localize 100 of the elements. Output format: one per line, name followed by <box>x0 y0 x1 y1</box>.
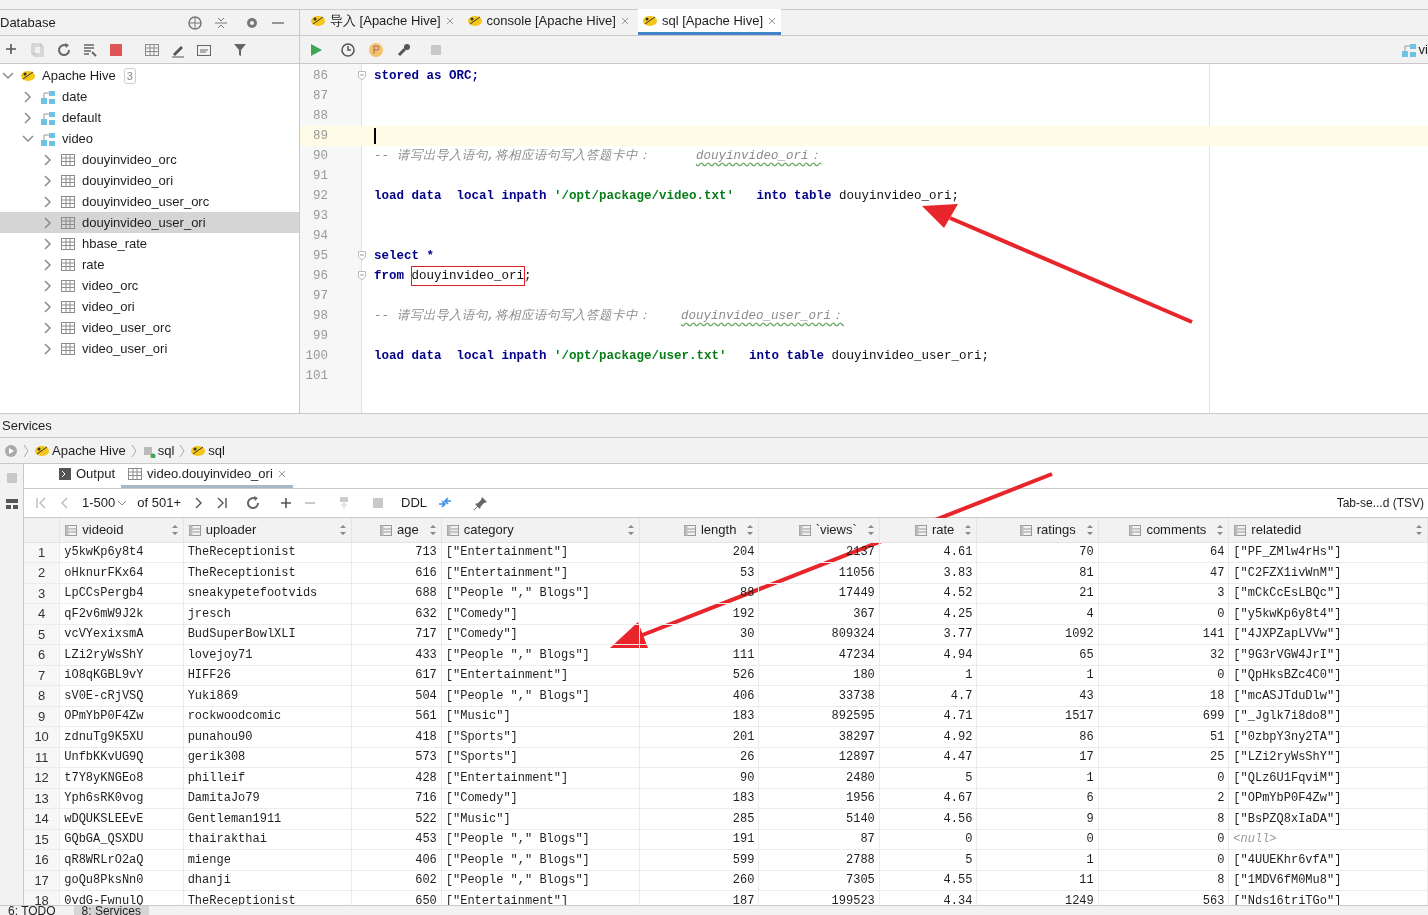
column-header[interactable]: relatedid <box>1228 518 1428 542</box>
highlighted-identifier: douyinvideo_ori <box>411 266 525 286</box>
table-cell: ["4UUEKhr6vfA"] <box>1228 849 1428 870</box>
tool-window-button[interactable]: 6: TODO <box>0 906 64 915</box>
sort-icon[interactable] <box>170 523 179 536</box>
tree-item[interactable]: Apache Hive 3 <box>0 65 299 86</box>
history-icon[interactable] <box>340 41 356 58</box>
fold-icon[interactable] <box>357 250 367 262</box>
table-cell: <null> <box>1228 829 1428 850</box>
table-cell: oHknurFKx64 <box>59 562 184 583</box>
fold-icon[interactable] <box>357 270 367 282</box>
column-header[interactable]: uploader <box>183 518 352 542</box>
expand-icon[interactable] <box>4 443 18 458</box>
table-cell: 892595 <box>758 706 880 727</box>
wrench-icon[interactable] <box>396 41 412 58</box>
line-number: 93 <box>312 207 328 225</box>
breadcrumb-item[interactable]: sql <box>141 440 175 461</box>
sort-icon[interactable] <box>964 523 973 536</box>
pin-icon[interactable] <box>473 495 489 511</box>
column-icon <box>682 522 697 537</box>
separator-icon <box>178 443 187 458</box>
column-icon <box>379 522 394 537</box>
column-header[interactable]: comments <box>1098 518 1229 542</box>
sort-icon[interactable] <box>746 523 755 536</box>
row-number: 15 <box>24 829 60 850</box>
tree-item[interactable]: default <box>0 107 299 128</box>
p-badge-icon[interactable] <box>368 41 384 58</box>
editor-tab[interactable]: 导入 [Apache Hive] <box>306 9 459 35</box>
target-icon[interactable] <box>187 14 203 31</box>
tree-item[interactable]: video <box>0 128 299 149</box>
table-cell: 183 <box>639 706 759 727</box>
last-page-icon[interactable] <box>215 496 229 510</box>
tree-item[interactable]: date <box>0 86 299 107</box>
sort-icon[interactable] <box>339 523 348 536</box>
table-cell: 632 <box>351 603 442 624</box>
tree-item[interactable]: douyinvideo_ori <box>0 170 299 191</box>
close-icon[interactable] <box>444 15 455 26</box>
tree-item[interactable]: douyinvideo_user_orc <box>0 191 299 212</box>
tool-window-button[interactable]: 8: Services <box>73 906 149 915</box>
row-number: 2 <box>24 562 60 583</box>
table-cell: 1 <box>976 665 1099 686</box>
table-icon <box>60 256 76 273</box>
column-header[interactable]: length <box>639 518 759 542</box>
editor-tab[interactable]: console [Apache Hive] <box>462 9 634 35</box>
breadcrumb-item[interactable]: sql <box>190 440 225 461</box>
table-cell: 699 <box>1098 706 1229 727</box>
layout-icon[interactable] <box>5 498 18 510</box>
tree-item[interactable]: video_ori <box>0 296 299 317</box>
table-cell: 3.83 <box>879 562 977 583</box>
result-tab[interactable]: video.douyinvideo_ori <box>121 463 293 488</box>
schema-tool-icon[interactable] <box>82 41 98 58</box>
page-range-dropdown[interactable]: 1-500 <box>82 493 128 513</box>
tree-item[interactable]: douyinvideo_user_ori <box>0 212 299 233</box>
line-number: 88 <box>312 107 328 125</box>
table-cell: ["LZi2ryWsShY"] <box>1228 747 1428 768</box>
sort-icon[interactable] <box>1415 523 1423 536</box>
sort-icon[interactable] <box>428 523 437 536</box>
refresh-icon[interactable] <box>56 41 72 58</box>
sort-icon[interactable] <box>627 523 635 536</box>
tree-item[interactable]: douyinvideo_orc <box>0 149 299 170</box>
breadcrumb-item[interactable]: Apache Hive <box>34 440 126 461</box>
code-token: -- 请写出导入语句,将相应语句写入答题卡中： <box>374 147 652 165</box>
column-icon <box>797 522 812 537</box>
code-token: load data local inpath <box>374 187 548 205</box>
column-header[interactable]: `views` <box>758 518 880 542</box>
column-header[interactable]: category <box>441 518 640 542</box>
sort-icon[interactable] <box>866 523 875 536</box>
table-icon[interactable] <box>144 41 160 58</box>
close-icon[interactable] <box>767 15 778 26</box>
tree-item[interactable]: rate <box>0 254 299 275</box>
schema-label[interactable]: vi <box>1418 39 1428 60</box>
column-header[interactable]: rate <box>879 518 977 542</box>
tree-item[interactable]: video_user_orc <box>0 317 299 338</box>
format-selector[interactable]: Tab-se...d (TSV) <box>1336 494 1424 512</box>
table-cell: 285 <box>639 808 759 829</box>
editor-tab[interactable]: sql [Apache Hive] <box>637 9 782 35</box>
sort-icon[interactable] <box>1216 523 1225 536</box>
result-tab[interactable]: Output <box>52 463 122 488</box>
tree-item[interactable]: video_user_ori <box>0 338 299 359</box>
close-icon[interactable] <box>276 469 287 479</box>
sort-icon[interactable] <box>1085 523 1094 536</box>
add-icon[interactable] <box>279 496 293 510</box>
table-cell: GQbGA_QSXDU <box>59 829 184 850</box>
first-page-icon[interactable] <box>34 496 48 510</box>
column-header[interactable]: videoid <box>59 518 184 542</box>
tree-item[interactable]: video_orc <box>0 275 299 296</box>
table-cell: 1 <box>976 767 1099 788</box>
table-cell: 32 <box>1098 644 1229 665</box>
filter-icon[interactable] <box>232 41 248 58</box>
column-header[interactable]: ratings <box>976 518 1099 542</box>
run-icon[interactable] <box>308 41 324 58</box>
close-icon[interactable] <box>619 15 630 26</box>
column-header[interactable]: age <box>351 518 442 542</box>
table-cell: 716 <box>351 788 442 809</box>
ddl-button[interactable]: DDL <box>401 493 427 513</box>
stop-icon[interactable] <box>108 41 124 58</box>
tree-item[interactable]: hbase_rate <box>0 233 299 254</box>
table-cell: 9 <box>976 808 1099 829</box>
fold-icon[interactable] <box>357 70 367 82</box>
refresh-icon[interactable] <box>245 495 261 511</box>
